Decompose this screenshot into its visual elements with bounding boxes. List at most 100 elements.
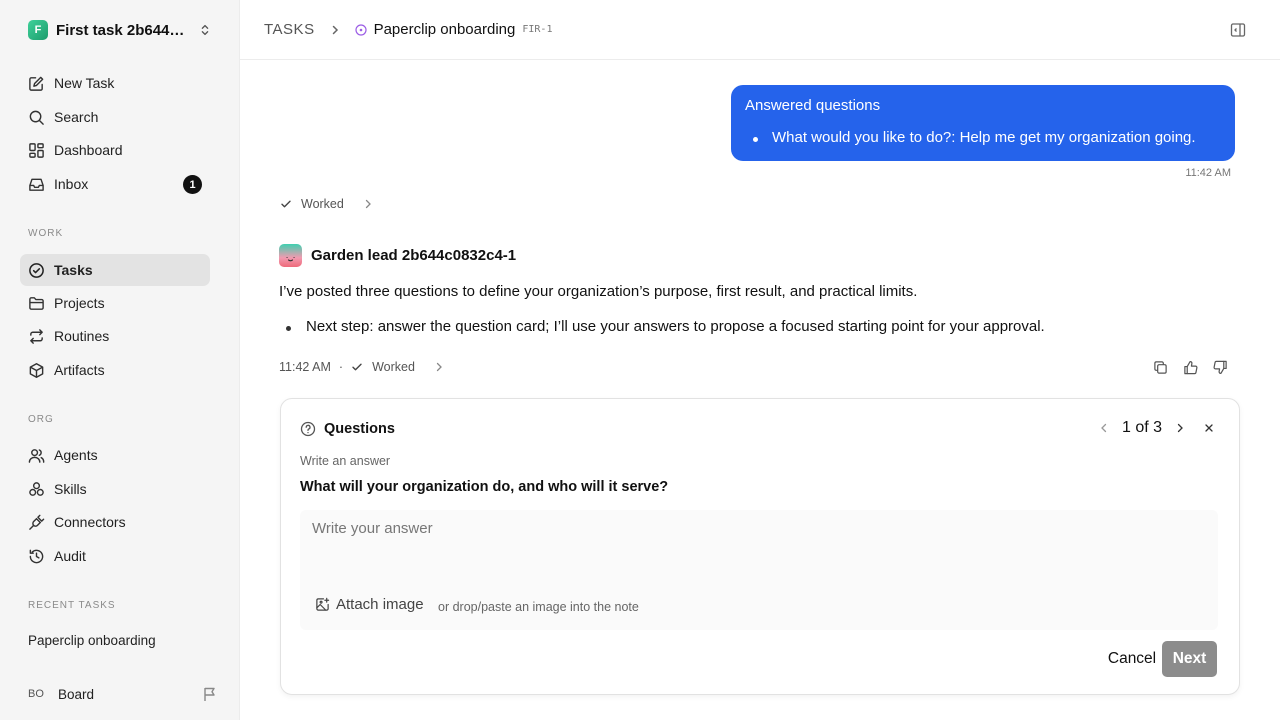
face-icon — [286, 256, 295, 262]
folder-icon — [29, 296, 44, 310]
nav-artifacts[interactable]: Artifacts — [20, 354, 210, 386]
worked-toggle[interactable]: Worked — [351, 360, 445, 374]
chevron-right-icon — [365, 199, 371, 209]
user-message-time: 11:42 AM — [1185, 167, 1231, 179]
nav-label: Projects — [54, 295, 105, 311]
nav-agents[interactable]: Agents — [20, 439, 210, 471]
worked-label: Worked — [372, 360, 415, 374]
section-label-org: ORG — [28, 414, 54, 425]
worked-label: Worked — [301, 197, 344, 211]
answer-input[interactable] — [300, 510, 1218, 546]
attach-hint: or drop/paste an image into the note — [438, 600, 639, 614]
avatar: BO — [28, 688, 44, 700]
workspace-logo: F — [28, 20, 48, 40]
nav-label: Audit — [54, 548, 86, 564]
edit-icon — [29, 76, 44, 91]
cancel-button[interactable]: Cancel — [1102, 641, 1162, 677]
nav-label: New Task — [54, 75, 115, 91]
nav-label: Tasks — [54, 262, 93, 278]
task-id: FIR-1 — [522, 24, 553, 35]
nav-label: Agents — [54, 447, 98, 463]
section-label-recent: RECENT TASKS — [28, 600, 116, 611]
nav-audit[interactable]: Audit — [20, 540, 210, 572]
agent-avatar — [279, 244, 302, 267]
check-icon — [281, 200, 291, 208]
check-icon — [352, 363, 362, 371]
next-button[interactable]: Next — [1162, 641, 1217, 677]
user-message-item: What would you like to do?: Help me get … — [745, 129, 1221, 146]
nav-label: Skills — [54, 481, 87, 497]
breadcrumb-task-title: Paperclip onboarding — [373, 21, 516, 38]
repeat-icon — [30, 328, 43, 344]
sidebar: F First task 2b644c0832c4 New Task Searc… — [0, 0, 240, 720]
chevron-left-icon[interactable] — [1098, 422, 1110, 434]
agent-message-bullet: Next step: answer the question card; I’l… — [279, 318, 1045, 335]
nav-label: Search — [54, 109, 99, 125]
nav-projects[interactable]: Projects — [20, 287, 210, 319]
nav-search[interactable]: Search — [20, 101, 210, 133]
panel-toggle-icon[interactable] — [1230, 22, 1246, 38]
attach-image-label: Attach image — [336, 596, 424, 613]
agent-message-time: 11:42 AM — [279, 360, 331, 374]
chevron-right-icon — [332, 25, 338, 34]
page-header: TASKS Paperclip onboarding FIR-1 — [240, 0, 1280, 60]
plug-icon — [29, 514, 45, 530]
nav-dashboard[interactable]: Dashboard — [20, 134, 210, 166]
inbox-icon — [29, 178, 44, 191]
agent-message-meta: 11:42 AM · Worked — [279, 360, 445, 374]
image-add-icon — [316, 597, 330, 611]
questions-header: Questions — [300, 421, 395, 437]
worked-toggle[interactable]: Worked — [280, 197, 374, 211]
question-subtitle: Write an answer — [300, 454, 391, 468]
nav-label: Connectors — [54, 514, 126, 530]
workspace-name: First task 2b644c0832c4 — [56, 21, 188, 39]
skills-icon — [29, 481, 44, 496]
user-message-title: Answered questions — [745, 97, 881, 114]
agent-name: Garden lead 2b644c0832c4-1 — [311, 247, 517, 264]
question-text: What will your organization do, and who … — [300, 479, 669, 495]
agent-message-text: I’ve posted three questions to define yo… — [279, 283, 918, 300]
history-icon — [29, 549, 44, 563]
cube-icon — [29, 362, 44, 378]
nav-label: Dashboard — [54, 142, 123, 158]
users-icon — [28, 448, 45, 463]
questions-card: Questions 1 of 3 Write an answer What wi… — [280, 398, 1240, 695]
agent-header: Garden lead 2b644c0832c4-1 — [279, 244, 516, 267]
pager-count: 1 of 3 — [1121, 419, 1162, 436]
breadcrumb-tasks[interactable]: TASKS — [264, 21, 315, 38]
nav-skills[interactable]: Skills — [20, 473, 210, 505]
inbox-count-badge: 1 — [183, 175, 202, 194]
chevron-right-icon[interactable] — [1174, 422, 1186, 434]
meta-separator: · — [338, 360, 344, 374]
board-name: Board — [58, 686, 95, 702]
section-label-work: WORK — [28, 228, 64, 239]
recent-task-item[interactable]: Paperclip onboarding — [28, 633, 156, 648]
answer-box: Attach image or drop/paste an image into… — [300, 510, 1218, 630]
check-circle-icon — [29, 262, 44, 278]
flag-icon[interactable] — [202, 686, 218, 702]
close-icon[interactable] — [1203, 422, 1215, 434]
copy-icon[interactable] — [1153, 360, 1168, 375]
nav-routines[interactable]: Routines — [20, 320, 210, 352]
nav-label: Artifacts — [54, 362, 105, 378]
workspace-switcher[interactable]: F First task 2b644c0832c4 — [28, 19, 218, 41]
thumbs-up-icon[interactable] — [1183, 360, 1198, 375]
board-user[interactable]: BO Board — [28, 682, 218, 706]
nav-inbox[interactable]: Inbox 1 — [20, 168, 210, 200]
nav-label: Routines — [54, 328, 110, 344]
user-message-bubble: Answered questions What would you like t… — [731, 85, 1235, 161]
nav-tasks[interactable]: Tasks — [20, 254, 210, 286]
chevron-right-icon — [436, 362, 442, 372]
help-circle-icon — [300, 421, 316, 437]
chevron-up-down-icon — [201, 24, 209, 36]
dashboard-icon — [29, 142, 44, 158]
search-icon — [29, 110, 44, 125]
thumbs-down-icon[interactable] — [1213, 360, 1228, 375]
status-circle-icon — [354, 23, 367, 36]
attach-image-button[interactable]: Attach image — [315, 596, 424, 613]
nav-label: Inbox — [54, 176, 89, 192]
question-pager: 1 of 3 — [1098, 419, 1215, 437]
nav-new-task[interactable]: New Task — [20, 67, 210, 99]
questions-title: Questions — [324, 421, 395, 437]
nav-connectors[interactable]: Connectors — [20, 506, 210, 538]
